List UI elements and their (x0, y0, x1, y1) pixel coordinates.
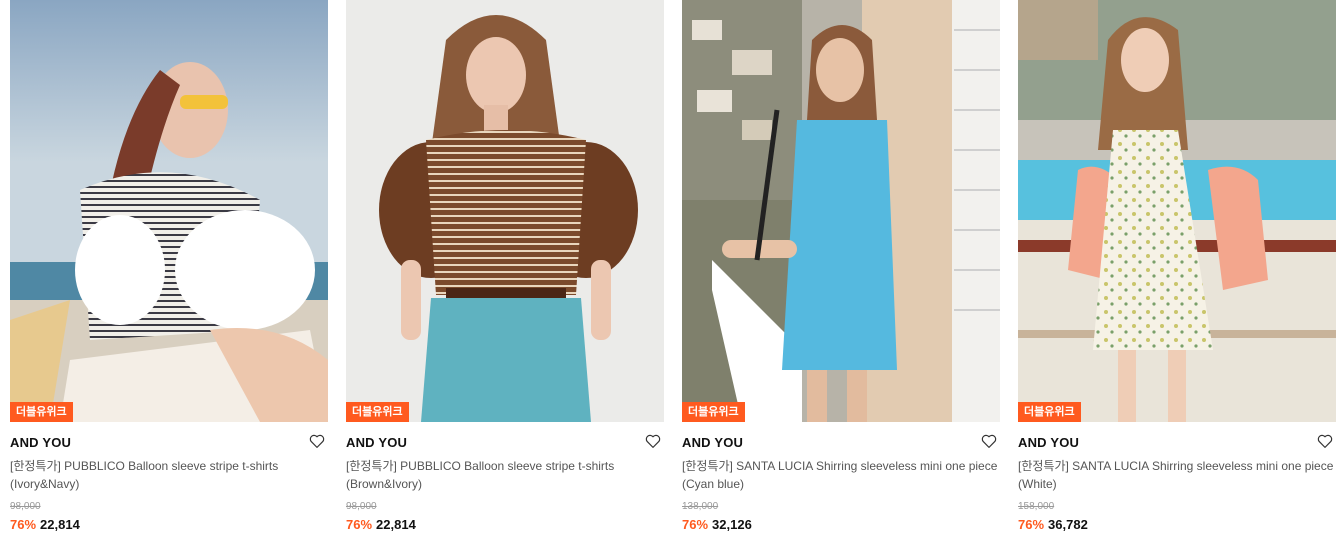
discount-rate: 76% (682, 517, 709, 532)
product-title[interactable]: [한정특가] SANTA LUCIA Shirring sleeveless m… (682, 457, 1000, 493)
brand-name[interactable]: AND YOU (10, 435, 71, 450)
original-price: 158,000 (1018, 501, 1055, 512)
product-image[interactable]: 더블유위크 (1018, 0, 1336, 422)
original-price: 138,000 (682, 501, 719, 512)
heart-outline-icon[interactable] (308, 432, 326, 450)
product-card[interactable]: 더블유위크 AND YOU [한정특가] SANTA LUCIA Shirrin… (682, 0, 1000, 548)
discount-rate: 76% (1018, 517, 1045, 532)
product-card[interactable]: 더블유위크 AND YOU [한정특가] PUBBLICO Balloon sl… (10, 0, 328, 548)
brand-name[interactable]: AND YOU (346, 435, 407, 450)
promo-badge: 더블유위크 (10, 402, 73, 422)
brand-name[interactable]: AND YOU (682, 435, 743, 450)
heart-outline-icon[interactable] (980, 432, 998, 450)
original-price: 98,000 (10, 501, 41, 512)
product-image[interactable]: 더블유위크 (10, 0, 328, 422)
sale-price: 32,126 (712, 517, 752, 532)
promo-badge: 더블유위크 (682, 402, 745, 422)
product-title[interactable]: [한정특가] SANTA LUCIA Shirring sleeveless m… (1018, 457, 1336, 493)
product-grid: 더블유위크 AND YOU [한정특가] PUBBLICO Balloon sl… (0, 0, 1341, 548)
sale-price: 22,814 (376, 517, 416, 532)
product-card[interactable]: 더블유위크 AND YOU [한정특가] PUBBLICO Balloon sl… (346, 0, 664, 548)
promo-badge: 더블유위크 (346, 402, 409, 422)
product-title[interactable]: [한정특가] PUBBLICO Balloon sleeve stripe t-… (346, 457, 664, 493)
heart-outline-icon[interactable] (1316, 432, 1334, 450)
sale-price: 22,814 (40, 517, 80, 532)
product-image[interactable]: 더블유위크 (682, 0, 1000, 422)
promo-badge: 더블유위크 (1018, 402, 1081, 422)
sale-price: 36,782 (1048, 517, 1088, 532)
discount-rate: 76% (10, 517, 37, 532)
discount-rate: 76% (346, 517, 373, 532)
product-image[interactable]: 더블유위크 (346, 0, 664, 422)
heart-outline-icon[interactable] (644, 432, 662, 450)
product-title[interactable]: [한정특가] PUBBLICO Balloon sleeve stripe t-… (10, 457, 328, 493)
original-price: 98,000 (346, 501, 377, 512)
product-card[interactable]: 더블유위크 AND YOU [한정특가] SANTA LUCIA Shirrin… (1018, 0, 1336, 548)
brand-name[interactable]: AND YOU (1018, 435, 1079, 450)
